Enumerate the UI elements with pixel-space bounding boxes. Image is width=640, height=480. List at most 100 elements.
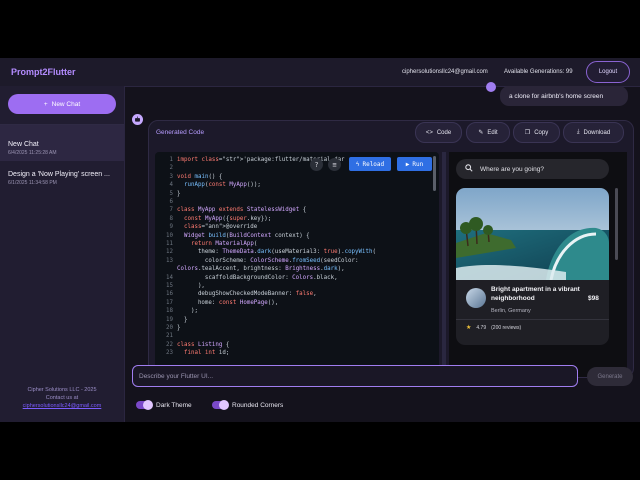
line-code: scaffoldBackgroundColor: Colors.black, [177,274,338,281]
code-line: Colors.tealAccent, brightness: Brightnes… [155,265,345,273]
edit-button[interactable]: ✎ Edit [466,122,510,143]
chat-date: 6/1/2025 11:34:58 PM [8,180,57,186]
code-line: 15 ), [155,282,205,290]
new-chat-button[interactable]: + New Chat [8,94,116,114]
format-icon[interactable]: ≡ [328,158,341,171]
help-icon[interactable]: ? [310,158,323,171]
line-number: 22 [166,341,173,348]
bolt-icon: ϟ [355,160,360,168]
line-code: ); [177,308,198,315]
line-code: const MyApp({super.key}); [183,215,272,222]
code-line: 7 class MyApp extends StatelessWidget { [155,206,307,214]
app-window: Prompt2Flutter ciphersolutionsllc24@gmai… [0,58,640,422]
line-number: 11 [166,241,173,247]
toggle-knob [143,400,153,410]
copy-icon: ❐ [524,130,531,136]
line-code: Colors.tealAccent, brightness: Brightnes… [177,266,345,273]
chat-history-item[interactable]: Design a 'Now Playing' screen ... 6/1/20… [0,170,124,202]
line-code: colorScheme: ColorScheme.fromSeed(seedCo… [177,257,359,264]
line-number: 1 [169,157,174,163]
editor-scrollbar[interactable] [433,156,436,191]
panel-divider[interactable] [442,152,446,377]
generations-count: Available Generations: 99 [504,69,573,75]
code-line: 10 Widget build(BuildContext context) { [155,232,310,240]
toggle-knob [219,400,229,410]
line-number: 18 [166,308,173,315]
generate-button[interactable]: Generate [587,367,633,386]
prompt-input[interactable]: Describe your Flutter UI... [132,365,578,387]
sidebar-footer: Cipher Solutions LLC - 2025 Contact us a… [0,386,124,410]
reload-button[interactable]: ϟ Reload [349,157,391,171]
sidebar: + New Chat New Chat 6/4/2025 11:25:28 AM… [0,86,125,422]
line-number: 14 [166,274,173,281]
line-number: 2 [169,165,174,172]
line-code: ), [177,283,205,289]
line-code: Widget build(BuildContext context) { [183,232,310,239]
listing-photo [456,188,609,280]
dark-theme-toggle[interactable] [136,400,153,410]
code-line: 19 } [155,316,187,324]
line-code: final int id; [183,350,230,357]
code-line: 22 class Listing { [155,341,229,349]
line-number: 10 [166,232,173,239]
line-number: 4 [169,182,174,189]
edit-label: Edit [487,129,498,136]
line-number: 13 [166,257,173,264]
review-count: (200 reviews) [491,324,522,331]
line-number: 17 [166,299,173,306]
chat-date: 6/4/2025 11:25:28 AM [8,150,57,156]
line-number: 16 [166,291,173,298]
code-line: 2 [155,164,177,172]
generated-code-card: Generated Code <> Code ✎ Edit ❐ Copy ⤓ D… [148,120,634,378]
chat-title: Design a 'Now Playing' screen ... [8,171,110,178]
pencil-icon: ✎ [478,130,484,136]
generated-code-label: Generated Code [156,129,205,136]
line-code: } [177,316,188,323]
top-bar: Prompt2Flutter ciphersolutionsllc24@gmai… [0,58,640,87]
rounded-corners-label: Rounded Corners [232,402,284,409]
code-view-button[interactable]: <> Code [415,122,462,143]
app-title: Prompt2Flutter [11,67,76,77]
line-number: 6 [169,199,174,205]
line-number: 8 [169,215,174,222]
chat-history-item[interactable]: New Chat 6/4/2025 11:25:28 AM [0,125,124,161]
line-number: 5 [169,190,174,197]
code-editor[interactable]: 1 import class="str">'package:flutter/mat… [155,152,439,377]
rating-value: 4.79 [476,324,487,331]
play-icon: ▶ [405,160,410,168]
code-line: 14 scaffoldBackgroundColor: Colors.black… [155,274,338,282]
user-message: a clone for airbnb's home screen [500,86,628,106]
code-line: 4 runApp(const MyApp()); [155,181,261,189]
copy-button[interactable]: ❐ Copy [513,122,560,143]
preview-search-bar[interactable]: Where are you going? [456,159,609,179]
prompt-placeholder: Describe your Flutter UI... [139,372,214,380]
code-line: 20} [155,324,180,332]
user-email: ciphersolutionsllc24@gmail.com [402,69,488,75]
line-code: runApp(const MyApp()); [183,182,261,189]
download-label: Download [583,129,611,136]
user-avatar [486,82,496,92]
run-button[interactable]: ▶ Run [397,157,432,171]
footer-company: Cipher Solutions LLC - 2025 [27,387,97,393]
plus-icon: + [43,100,48,108]
code-icon: <> [425,129,433,136]
chat-title: New Chat [8,141,39,148]
listing-location: Berlin, Germany [491,308,531,314]
line-code: home: const HomePage(), [177,299,279,306]
code-label: Code [436,129,452,136]
contact-email-link[interactable]: ciphersolutionsllc24@gmail.com [0,402,124,410]
app-preview: Where are you going? Bright apartment in… [449,152,627,377]
code-line: 5} [155,190,181,198]
listing-title: Bright apartment in a vibrant neighborho… [491,286,580,302]
download-button[interactable]: ⤓ Download [563,122,624,143]
listing-divider [456,319,609,320]
code-line: 11 return MaterialApp( [155,240,257,248]
code-line: 3 void main() { [155,173,223,181]
logout-button[interactable]: Logout [586,61,630,83]
line-code: return MaterialApp( [190,241,258,247]
line-number: 19 [166,316,173,323]
dark-theme-label: Dark Theme [156,402,192,409]
rounded-corners-toggle[interactable] [212,400,229,410]
preview-scrollbar[interactable] [615,188,618,260]
listing-card[interactable]: Bright apartment in a vibrant neighborho… [456,188,609,345]
